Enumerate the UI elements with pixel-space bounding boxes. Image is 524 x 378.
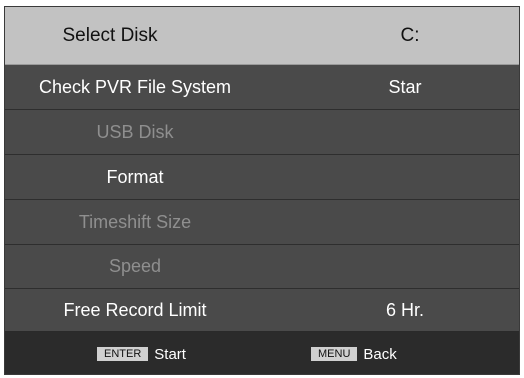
usb-disk-label: USB Disk bbox=[96, 121, 174, 142]
speed-label: Speed bbox=[108, 256, 162, 276]
free-record-limit-row[interactable]: Free Record Limit 6 Hr. bbox=[5, 289, 519, 332]
select-disk-value: C: bbox=[400, 24, 420, 46]
format-label: Format bbox=[106, 166, 164, 187]
enter-start-hint[interactable]: ENTER Start bbox=[97, 332, 186, 374]
timeshift-size-row: Timeshift Size bbox=[5, 200, 519, 245]
speed-row: Speed bbox=[5, 245, 519, 289]
menu-back-hint[interactable]: MENU Back bbox=[311, 332, 397, 374]
check-pvr-file-system-label: Check PVR File System bbox=[38, 77, 232, 97]
timeshift-size-label: Timeshift Size bbox=[78, 211, 192, 232]
check-pvr-file-system-row[interactable]: Check PVR File System Star bbox=[5, 66, 519, 110]
enter-key-badge: ENTER bbox=[97, 347, 149, 361]
free-record-limit-value: 6 Hr. bbox=[385, 299, 424, 320]
menu-key-badge: MENU bbox=[311, 347, 358, 361]
menu-action-label: Back bbox=[363, 345, 397, 363]
check-pvr-file-system-value: Star bbox=[388, 77, 422, 97]
usb-disk-row: USB Disk bbox=[5, 110, 519, 155]
format-row[interactable]: Format bbox=[5, 155, 519, 200]
free-record-limit-label: Free Record Limit bbox=[63, 299, 207, 320]
footer-hint-bar: ENTER Start MENU Back bbox=[5, 332, 519, 374]
select-disk-label: Select Disk bbox=[62, 24, 158, 46]
enter-action-label: Start bbox=[154, 345, 186, 363]
pvr-settings-panel: Select Disk C: Check PVR File System Sta… bbox=[4, 6, 520, 375]
select-disk-row[interactable]: Select Disk C: bbox=[5, 7, 519, 65]
